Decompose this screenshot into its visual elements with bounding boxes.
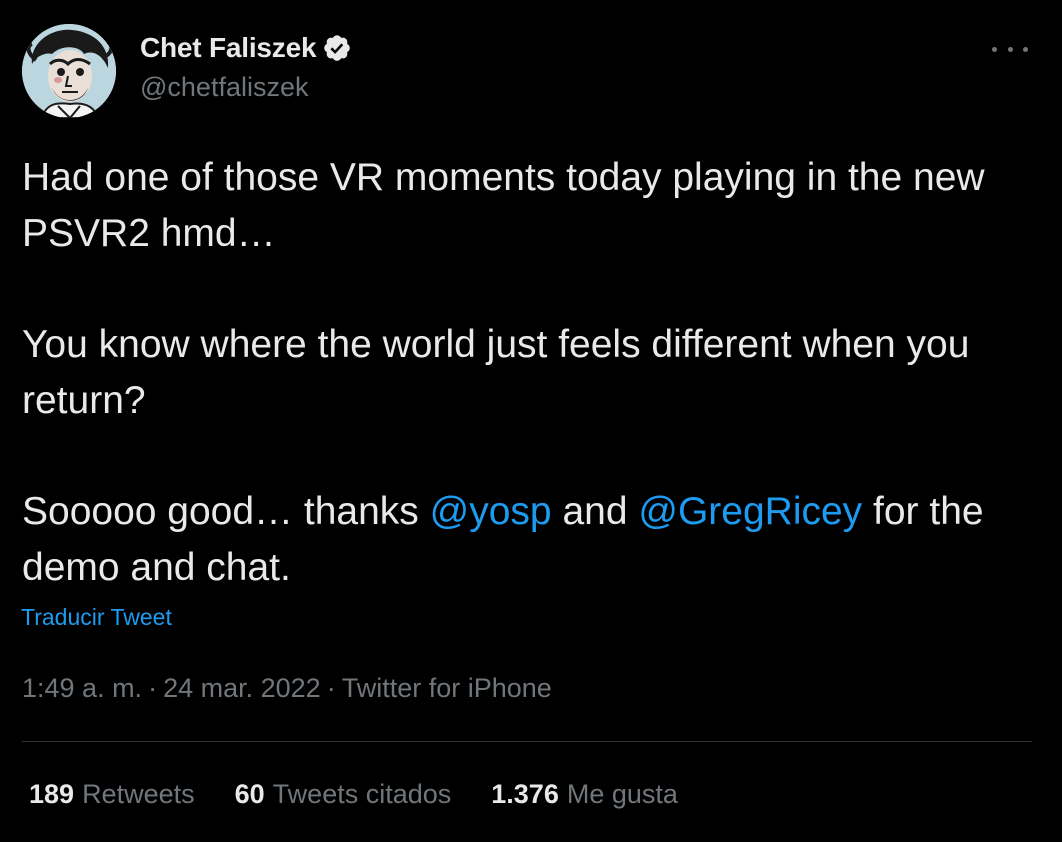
likes-count: 1.376 <box>491 779 559 809</box>
quote-tweets-count: 60 <box>234 779 265 809</box>
user-handle[interactable]: @chetfaliszek <box>140 70 352 104</box>
more-options-icon[interactable] <box>992 34 1028 64</box>
display-name[interactable]: Chet Faliszek <box>140 32 317 64</box>
tweet-text: Had one of those VR moments today playin… <box>22 150 1032 596</box>
tweet-paragraph: Had one of those VR moments today playin… <box>22 150 1032 262</box>
mention-link[interactable]: @yosp <box>430 490 552 533</box>
translate-tweet-link[interactable]: Traducir Tweet <box>21 604 172 631</box>
mention-link[interactable]: @GregRicey <box>638 490 862 533</box>
retweets-label: Retweets <box>82 779 195 809</box>
quote-tweets-stat[interactable]: 60 Tweets citados <box>235 774 452 814</box>
tweet-time[interactable]: 1:49 a. m. <box>22 673 142 703</box>
meta-separator: · <box>148 673 158 703</box>
author-name-row: Chet Faliszek <box>140 30 352 66</box>
tweet-text-segment: You know where the world just feels diff… <box>22 323 981 422</box>
verified-badge-icon <box>322 33 352 63</box>
quote-tweets-label: Tweets citados <box>272 779 452 809</box>
tweet-metadata: 1:49 a. m. · 24 mar. 2022 · Twitter for iPho… <box>22 668 552 708</box>
author-info: Chet Faliszek @chetfaliszek <box>140 30 352 104</box>
divider <box>22 741 1032 742</box>
tweet-text-segment: Sooooo good… thanks <box>22 490 430 533</box>
tweet-text-segment: and <box>551 490 639 533</box>
meta-separator: · <box>326 673 336 703</box>
tweet-paragraph: Sooooo good… thanks @yosp and @GregRicey… <box>22 484 1032 596</box>
retweets-count: 189 <box>29 779 75 809</box>
retweets-stat[interactable]: 189 Retweets <box>29 774 195 814</box>
tweet-date[interactable]: 24 mar. 2022 <box>163 673 321 703</box>
avatar-illustration-icon <box>22 24 116 118</box>
likes-stat[interactable]: 1.376 Me gusta <box>491 774 678 814</box>
tweet-paragraph: You know where the world just feels diff… <box>22 317 1032 429</box>
tweet-text-segment: Had one of those VR moments today playin… <box>22 156 996 255</box>
tweet-source[interactable]: Twitter for iPhone <box>342 673 552 703</box>
likes-label: Me gusta <box>566 779 678 809</box>
tweet-card: Chet Faliszek @chetfaliszek Had one of t… <box>0 0 1062 842</box>
avatar[interactable] <box>22 24 116 118</box>
engagement-stats: 189 Retweets 60 Tweets citados 1.376 Me … <box>29 774 678 814</box>
